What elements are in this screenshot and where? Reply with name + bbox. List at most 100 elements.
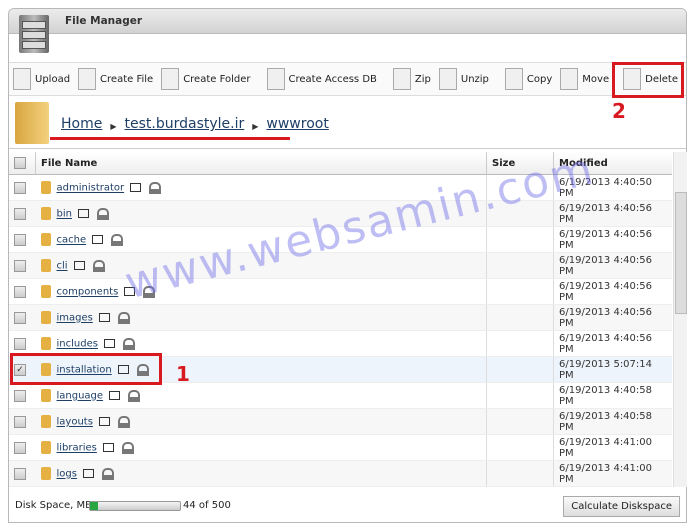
row-checkbox[interactable] [14,415,26,428]
lock-icon[interactable] [96,207,109,220]
unzip-icon [438,68,457,90]
scrollbar-thumb[interactable] [675,192,687,314]
folder-link[interactable]: language [57,391,104,402]
modified-cell: 6/19/2013 4:40:56 PM [553,226,672,253]
rename-icon[interactable] [109,391,121,400]
zip-icon [392,68,411,90]
table-row[interactable]: layouts 6/19/2013 4:40:58 PM [9,408,672,435]
folder-link[interactable]: components [57,287,119,298]
folder-link[interactable]: administrator [57,183,125,194]
rename-icon[interactable] [92,235,104,244]
zip-button[interactable]: Zip [392,68,431,90]
unzip-button[interactable]: Unzip [438,68,489,90]
rename-icon[interactable] [102,443,114,452]
create-file-button[interactable]: Create File [78,68,153,90]
folder-link[interactable]: logs [57,469,77,480]
size-cell [486,330,554,357]
row-checkbox[interactable] [14,181,26,194]
lock-icon[interactable] [101,467,114,480]
modified-cell: 6/19/2013 4:40:56 PM [553,330,672,357]
row-checkbox[interactable] [14,389,26,402]
window-title: File Manager [65,15,143,27]
table-row[interactable]: images 6/19/2013 4:40:56 PM [9,304,672,331]
breadcrumb-home[interactable]: Home [61,116,102,132]
row-checkbox[interactable] [14,337,26,350]
lock-icon[interactable] [111,233,124,246]
header-modified[interactable]: Modified [553,152,672,175]
table-row[interactable]: logs 6/19/2013 4:41:00 PM [9,460,672,487]
breadcrumb-domain[interactable]: test.burdastyle.ir [125,116,245,132]
lock-icon[interactable] [122,337,135,350]
header-size[interactable]: Size [486,152,554,175]
row-checkbox[interactable] [14,467,26,480]
lock-icon[interactable] [143,285,156,298]
calculate-diskspace-button[interactable]: Calculate Diskspace [563,496,680,517]
lock-icon[interactable] [149,181,162,194]
folder-icon [40,259,51,272]
table-row[interactable]: language 6/19/2013 4:40:58 PM [9,382,672,409]
file-name-cell: language [35,382,487,409]
folder-link[interactable]: includes [57,339,98,350]
file-name-cell: components [35,278,487,305]
lock-icon[interactable] [121,441,134,454]
lock-icon[interactable] [117,415,130,428]
toolbar-label: Copy [526,73,553,85]
annotation-underline-breadcrumb [50,137,290,140]
toolbar-label: Create Folder [183,73,251,85]
folder-link[interactable]: cli [57,261,68,272]
toolbar-label: Move [582,73,610,85]
table-row[interactable]: cache 6/19/2013 4:40:56 PM [9,226,672,253]
row-checkbox[interactable] [14,259,26,272]
file-name-cell: images [35,304,487,331]
table-row[interactable]: administrator 6/19/2013 4:40:50 PM [9,174,672,201]
folder-icon [40,233,51,246]
lock-icon[interactable] [117,311,130,324]
header-file-name[interactable]: File Name [35,152,487,175]
folder-icon [40,415,51,428]
folder-icon [40,441,51,454]
copy-icon [504,68,523,90]
upload-button[interactable]: Upload [13,68,70,90]
table-row[interactable]: components 6/19/2013 4:40:56 PM [9,278,672,305]
move-button[interactable]: Move [560,68,609,90]
rename-icon[interactable] [77,209,89,218]
row-checkbox[interactable] [14,207,26,220]
file-name-cell: layouts [35,408,487,435]
breadcrumb-wwwroot[interactable]: wwwroot [266,116,328,132]
file-manager-window: File Manager Upload Create File Create Fol… [8,8,687,523]
rename-icon[interactable] [98,313,110,322]
folder-link[interactable]: cache [57,235,87,246]
rename-icon[interactable] [82,469,94,478]
row-checkbox-cell [9,304,36,331]
row-checkbox[interactable] [14,233,26,246]
row-checkbox[interactable] [14,441,26,454]
rename-icon[interactable] [130,183,142,192]
lock-icon[interactable] [92,259,105,272]
file-table: File Name Size Modified administrator 6/… [9,152,672,487]
create-access-db-button[interactable]: Create Access DB [266,68,377,90]
lock-icon[interactable] [128,389,141,402]
select-all-checkbox[interactable] [14,157,26,169]
create-folder-button[interactable]: Create Folder [161,68,251,90]
folder-link[interactable]: bin [57,209,72,220]
rename-icon[interactable] [73,261,85,270]
table-row[interactable]: libraries 6/19/2013 4:41:00 PM [9,434,672,461]
table-row[interactable]: cli 6/19/2013 4:40:56 PM [9,252,672,279]
row-checkbox[interactable] [14,285,26,298]
annotation-box-installation [10,353,162,385]
folder-link[interactable]: libraries [57,443,97,454]
rename-icon[interactable] [103,339,115,348]
folder-link[interactable]: images [57,313,93,324]
size-cell [486,278,554,305]
row-checkbox-cell [9,278,36,305]
copy-button[interactable]: Copy [504,68,553,90]
rename-icon[interactable] [124,287,136,296]
vertical-scrollbar[interactable] [673,152,687,487]
folder-link[interactable]: layouts [57,417,93,428]
table-row[interactable]: bin 6/19/2013 4:40:56 PM [9,200,672,227]
toolbar-label: Upload [35,73,71,85]
rename-icon[interactable] [98,417,110,426]
row-checkbox[interactable] [14,311,26,324]
modified-cell: 6/19/2013 5:07:14 PM [553,356,672,383]
toolbar-label: Create File [100,73,154,85]
